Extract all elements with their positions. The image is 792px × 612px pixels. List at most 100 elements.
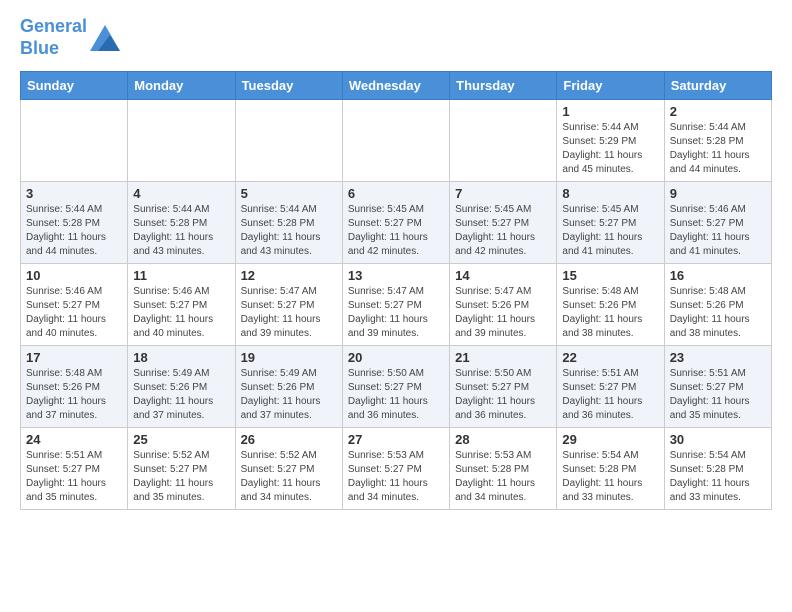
calendar-week-row: 17Sunrise: 5:48 AM Sunset: 5:26 PM Dayli… (21, 346, 772, 428)
day-number: 18 (133, 350, 229, 365)
day-number: 30 (670, 432, 766, 447)
calendar-week-row: 3Sunrise: 5:44 AM Sunset: 5:28 PM Daylig… (21, 182, 772, 264)
calendar-day-header: Thursday (450, 72, 557, 100)
day-number: 15 (562, 268, 658, 283)
day-number: 11 (133, 268, 229, 283)
day-info: Sunrise: 5:44 AM Sunset: 5:28 PM Dayligh… (26, 203, 122, 259)
calendar-day-cell: 24 Sunrise: 5:51 AM Sunset: 5:27 PM Dayli… (21, 428, 128, 510)
calendar-empty-cell (342, 100, 449, 182)
day-info: Sunrise: 5:46 AM Sunset: 5:27 PM Dayligh… (26, 285, 122, 341)
day-number: 1 (562, 104, 658, 119)
day-number: 19 (241, 350, 337, 365)
calendar-day-cell: 10 Sunrise: 5:46 AM Sunset: 5:27 PM Dayli… (21, 264, 128, 346)
day-info: Sunrise: 5:50 AM Sunset: 5:27 PM Dayligh… (455, 367, 551, 423)
day-info: Sunrise: 5:48 AM Sunset: 5:26 PM Dayligh… (562, 285, 658, 341)
day-info: Sunrise: 5:51 AM Sunset: 5:27 PM Dayligh… (562, 367, 658, 423)
logo-text-area: GeneralBlue (20, 16, 120, 59)
day-number: 24 (26, 432, 122, 447)
day-number: 14 (455, 268, 551, 283)
calendar-day-header: Friday (557, 72, 664, 100)
calendar-day-cell: 25 Sunrise: 5:52 AM Sunset: 5:27 PM Dayli… (128, 428, 235, 510)
day-number: 26 (241, 432, 337, 447)
header: GeneralBlue (20, 16, 772, 59)
day-info: Sunrise: 5:45 AM Sunset: 5:27 PM Dayligh… (348, 203, 444, 259)
day-number: 5 (241, 186, 337, 201)
day-number: 10 (26, 268, 122, 283)
calendar-day-cell: 4 Sunrise: 5:44 AM Sunset: 5:28 PM Daylig… (128, 182, 235, 264)
day-info: Sunrise: 5:53 AM Sunset: 5:27 PM Dayligh… (348, 449, 444, 505)
calendar-day-cell: 21 Sunrise: 5:50 AM Sunset: 5:27 PM Dayli… (450, 346, 557, 428)
day-info: Sunrise: 5:47 AM Sunset: 5:27 PM Dayligh… (241, 285, 337, 341)
day-number: 7 (455, 186, 551, 201)
day-number: 25 (133, 432, 229, 447)
day-info: Sunrise: 5:54 AM Sunset: 5:28 PM Dayligh… (670, 449, 766, 505)
day-info: Sunrise: 5:54 AM Sunset: 5:28 PM Dayligh… (562, 449, 658, 505)
calendar-day-cell: 11 Sunrise: 5:46 AM Sunset: 5:27 PM Dayli… (128, 264, 235, 346)
day-info: Sunrise: 5:52 AM Sunset: 5:27 PM Dayligh… (133, 449, 229, 505)
day-number: 4 (133, 186, 229, 201)
day-info: Sunrise: 5:45 AM Sunset: 5:27 PM Dayligh… (455, 203, 551, 259)
calendar-day-cell: 5 Sunrise: 5:44 AM Sunset: 5:28 PM Daylig… (235, 182, 342, 264)
calendar-day-cell: 1 Sunrise: 5:44 AM Sunset: 5:29 PM Daylig… (557, 100, 664, 182)
calendar-day-cell: 6 Sunrise: 5:45 AM Sunset: 5:27 PM Daylig… (342, 182, 449, 264)
day-number: 17 (26, 350, 122, 365)
day-info: Sunrise: 5:50 AM Sunset: 5:27 PM Dayligh… (348, 367, 444, 423)
day-number: 28 (455, 432, 551, 447)
calendar-table: SundayMondayTuesdayWednesdayThursdayFrid… (20, 71, 772, 510)
calendar-day-cell: 13 Sunrise: 5:47 AM Sunset: 5:27 PM Dayli… (342, 264, 449, 346)
day-info: Sunrise: 5:44 AM Sunset: 5:28 PM Dayligh… (670, 121, 766, 177)
logo: GeneralBlue (20, 16, 120, 59)
day-number: 8 (562, 186, 658, 201)
calendar-day-cell: 8Sunrise: 5:45 AM Sunset: 5:27 PM Daylig… (557, 182, 664, 264)
day-info: Sunrise: 5:49 AM Sunset: 5:26 PM Dayligh… (133, 367, 229, 423)
day-info: Sunrise: 5:44 AM Sunset: 5:28 PM Dayligh… (241, 203, 337, 259)
day-number: 22 (562, 350, 658, 365)
calendar-day-cell: 7 Sunrise: 5:45 AM Sunset: 5:27 PM Daylig… (450, 182, 557, 264)
calendar-empty-cell (450, 100, 557, 182)
calendar-day-cell: 9 Sunrise: 5:46 AM Sunset: 5:27 PM Daylig… (664, 182, 771, 264)
calendar-day-header: Tuesday (235, 72, 342, 100)
day-info: Sunrise: 5:49 AM Sunset: 5:26 PM Dayligh… (241, 367, 337, 423)
calendar-day-cell: 30 Sunrise: 5:54 AM Sunset: 5:28 PM Dayli… (664, 428, 771, 510)
calendar-day-header: Wednesday (342, 72, 449, 100)
day-info: Sunrise: 5:52 AM Sunset: 5:27 PM Dayligh… (241, 449, 337, 505)
calendar-day-cell: 20 Sunrise: 5:50 AM Sunset: 5:27 PM Dayli… (342, 346, 449, 428)
day-info: Sunrise: 5:44 AM Sunset: 5:29 PM Dayligh… (562, 121, 658, 177)
day-number: 9 (670, 186, 766, 201)
calendar-day-cell: 22 Sunrise: 5:51 AM Sunset: 5:27 PM Dayli… (557, 346, 664, 428)
calendar-day-cell: 18 Sunrise: 5:49 AM Sunset: 5:26 PM Dayli… (128, 346, 235, 428)
calendar-day-cell: 17Sunrise: 5:48 AM Sunset: 5:26 PM Dayli… (21, 346, 128, 428)
calendar-day-cell: 23 Sunrise: 5:51 AM Sunset: 5:27 PM Dayli… (664, 346, 771, 428)
day-info: Sunrise: 5:53 AM Sunset: 5:28 PM Dayligh… (455, 449, 551, 505)
day-number: 2 (670, 104, 766, 119)
calendar-day-header: Sunday (21, 72, 128, 100)
day-info: Sunrise: 5:51 AM Sunset: 5:27 PM Dayligh… (670, 367, 766, 423)
day-number: 20 (348, 350, 444, 365)
logo-icon (90, 25, 120, 51)
calendar-day-cell: 28 Sunrise: 5:53 AM Sunset: 5:28 PM Dayli… (450, 428, 557, 510)
calendar-empty-cell (235, 100, 342, 182)
day-info: Sunrise: 5:47 AM Sunset: 5:27 PM Dayligh… (348, 285, 444, 341)
page-container: GeneralBlue SundayMondayTuesdayWednesday… (0, 0, 792, 526)
calendar-day-cell: 12Sunrise: 5:47 AM Sunset: 5:27 PM Dayli… (235, 264, 342, 346)
calendar-day-cell: 29Sunrise: 5:54 AM Sunset: 5:28 PM Dayli… (557, 428, 664, 510)
calendar-header-row: SundayMondayTuesdayWednesdayThursdayFrid… (21, 72, 772, 100)
calendar-day-cell: 26 Sunrise: 5:52 AM Sunset: 5:27 PM Dayli… (235, 428, 342, 510)
day-number: 6 (348, 186, 444, 201)
day-number: 23 (670, 350, 766, 365)
day-info: Sunrise: 5:44 AM Sunset: 5:28 PM Dayligh… (133, 203, 229, 259)
calendar-day-header: Monday (128, 72, 235, 100)
day-info: Sunrise: 5:51 AM Sunset: 5:27 PM Dayligh… (26, 449, 122, 505)
day-number: 21 (455, 350, 551, 365)
calendar-day-cell: 14 Sunrise: 5:47 AM Sunset: 5:26 PM Dayli… (450, 264, 557, 346)
calendar-empty-cell (21, 100, 128, 182)
day-number: 27 (348, 432, 444, 447)
calendar-empty-cell (128, 100, 235, 182)
day-info: Sunrise: 5:46 AM Sunset: 5:27 PM Dayligh… (133, 285, 229, 341)
calendar-day-cell: 15 Sunrise: 5:48 AM Sunset: 5:26 PM Dayli… (557, 264, 664, 346)
day-number: 13 (348, 268, 444, 283)
day-info: Sunrise: 5:46 AM Sunset: 5:27 PM Dayligh… (670, 203, 766, 259)
day-info: Sunrise: 5:47 AM Sunset: 5:26 PM Dayligh… (455, 285, 551, 341)
calendar-week-row: 24 Sunrise: 5:51 AM Sunset: 5:27 PM Dayli… (21, 428, 772, 510)
calendar-day-cell: 16Sunrise: 5:48 AM Sunset: 5:26 PM Dayli… (664, 264, 771, 346)
